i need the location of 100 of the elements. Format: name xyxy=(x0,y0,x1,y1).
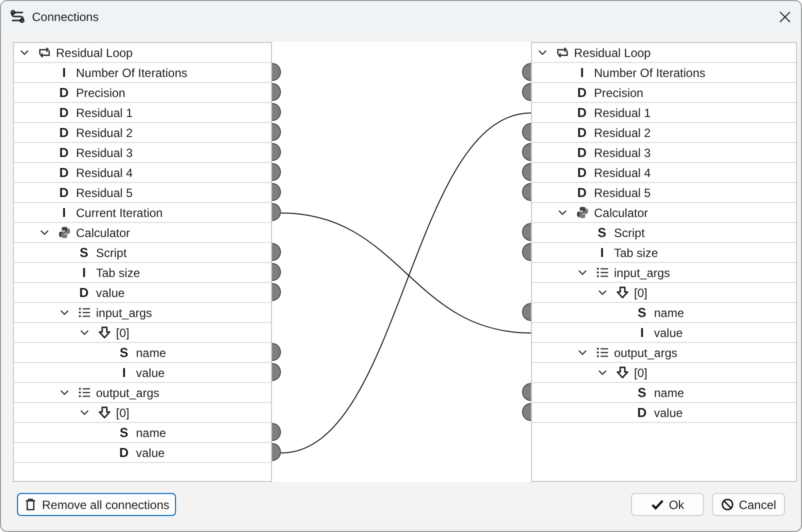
down-arrow-icon xyxy=(98,326,110,339)
tree-item-label[interactable]: value xyxy=(136,446,165,460)
type-letter: D xyxy=(577,105,587,120)
connection-port[interactable] xyxy=(272,343,281,361)
python-icon xyxy=(576,206,588,219)
tree-item-label[interactable]: Script xyxy=(614,226,645,240)
tree-item-label[interactable]: name xyxy=(654,306,684,320)
tree-item-label[interactable]: Residual 3 xyxy=(594,146,651,160)
ok-button[interactable]: Ok xyxy=(631,493,704,516)
type-letter: D xyxy=(577,185,587,200)
cancel-button[interactable]: Cancel xyxy=(712,493,785,516)
connection-port[interactable] xyxy=(272,143,281,161)
type-letter: I xyxy=(580,65,584,80)
chevron-down-icon[interactable] xyxy=(598,288,606,297)
connection-port[interactable] xyxy=(522,403,531,421)
tree-item-label[interactable]: Residual Loop xyxy=(574,46,651,60)
type-letter: D xyxy=(577,165,587,180)
tree-item-label[interactable]: [0] xyxy=(634,286,648,300)
tree-item-label[interactable]: Number Of Iterations xyxy=(594,66,706,80)
check-icon xyxy=(650,498,664,511)
tree-item-label[interactable]: Calculator xyxy=(76,226,130,240)
tree-item-label[interactable]: Residual 1 xyxy=(594,106,651,120)
loop-icon xyxy=(556,46,568,59)
tree-item-label[interactable]: Residual Loop xyxy=(56,46,133,60)
tree-item-label[interactable]: Script xyxy=(96,246,127,260)
tree-item-label[interactable]: value xyxy=(96,286,125,300)
tree-item-label[interactable]: value xyxy=(654,406,683,420)
tree-item-label[interactable]: Residual 5 xyxy=(76,186,133,200)
type-letter: I xyxy=(122,365,126,380)
cancel-icon xyxy=(720,498,734,511)
tree-item-label[interactable]: Residual 3 xyxy=(76,146,133,160)
close-icon[interactable] xyxy=(779,10,791,22)
connection-port[interactable] xyxy=(522,243,531,261)
connection-port[interactable] xyxy=(272,163,281,181)
loop-icon xyxy=(38,46,50,59)
connection-port[interactable] xyxy=(272,83,281,101)
connection-port[interactable] xyxy=(522,143,531,161)
tree-item-label[interactable]: Residual 4 xyxy=(76,166,133,180)
chevron-down-icon[interactable] xyxy=(80,328,88,337)
connection-port[interactable] xyxy=(522,383,531,401)
connection-port[interactable] xyxy=(522,183,531,201)
chevron-down-icon[interactable] xyxy=(60,388,68,397)
tree-item-label[interactable]: Residual 2 xyxy=(76,126,133,140)
tree-item-label[interactable]: Precision xyxy=(594,86,644,100)
connection-port[interactable] xyxy=(272,103,281,121)
tree-item-label[interactable]: name xyxy=(136,426,166,440)
tree-item-label[interactable]: [0] xyxy=(634,366,648,380)
type-letter: D xyxy=(59,125,69,140)
chevron-down-icon[interactable] xyxy=(80,408,88,417)
connection-port[interactable] xyxy=(272,183,281,201)
tree-item-label[interactable]: value xyxy=(654,326,683,340)
connection-port[interactable] xyxy=(272,423,281,441)
tree-item-label[interactable]: Tab size xyxy=(96,266,140,280)
tree-item-label[interactable]: value xyxy=(136,366,165,380)
tree-item-label[interactable]: input_args xyxy=(614,266,670,280)
tree-item-label[interactable]: name xyxy=(136,346,166,360)
connection-port[interactable] xyxy=(272,443,281,461)
tree-item-label[interactable]: [0] xyxy=(116,406,130,420)
connection-port[interactable] xyxy=(522,303,531,321)
tree-item-label[interactable]: [0] xyxy=(116,326,130,340)
chevron-down-icon[interactable] xyxy=(598,368,606,377)
connection-port[interactable] xyxy=(272,123,281,141)
chevron-down-icon[interactable] xyxy=(60,308,68,317)
connection-port[interactable] xyxy=(272,263,281,281)
tree-item-label[interactable]: Calculator xyxy=(594,206,648,220)
connection-port[interactable] xyxy=(272,283,281,301)
connection-port[interactable] xyxy=(522,223,531,241)
tree-item-label[interactable]: Tab size xyxy=(614,246,658,260)
type-letter: D xyxy=(577,125,587,140)
tree-item-label[interactable]: Residual 1 xyxy=(76,106,133,120)
chevron-down-icon[interactable] xyxy=(578,268,586,277)
connection-port[interactable] xyxy=(272,363,281,381)
connection-port[interactable] xyxy=(272,203,281,221)
connection-port[interactable] xyxy=(522,123,531,141)
tree-item-label[interactable]: Precision xyxy=(76,86,126,100)
type-letter: D xyxy=(577,85,587,100)
type-letter: I xyxy=(640,325,644,340)
remove-all-connections-button[interactable]: Remove all connections xyxy=(17,493,176,516)
tree-item-label[interactable]: Current Iteration xyxy=(76,206,163,220)
connection-port[interactable] xyxy=(272,243,281,261)
chevron-down-icon[interactable] xyxy=(20,48,28,57)
down-arrow-icon xyxy=(616,286,628,299)
connection-port[interactable] xyxy=(272,63,281,81)
tree-item-label[interactable]: Number Of Iterations xyxy=(76,66,188,80)
connection-port[interactable] xyxy=(522,63,531,81)
chevron-down-icon[interactable] xyxy=(40,228,48,237)
tree-item-label[interactable]: output_args xyxy=(96,386,160,400)
tree-item-label[interactable]: output_args xyxy=(614,346,678,360)
type-letter: D xyxy=(59,145,69,160)
type-letter: S xyxy=(638,305,646,320)
connection-port[interactable] xyxy=(522,83,531,101)
connection-port[interactable] xyxy=(522,163,531,181)
tree-item-label[interactable]: Residual 2 xyxy=(594,126,651,140)
tree-item-label[interactable]: Residual 5 xyxy=(594,186,651,200)
chevron-down-icon[interactable] xyxy=(578,348,586,357)
tree-item-label[interactable]: input_args xyxy=(96,306,152,320)
tree-item-label[interactable]: name xyxy=(654,386,684,400)
chevron-down-icon[interactable] xyxy=(558,208,566,217)
chevron-down-icon[interactable] xyxy=(538,48,546,57)
tree-item-label[interactable]: Residual 4 xyxy=(594,166,651,180)
